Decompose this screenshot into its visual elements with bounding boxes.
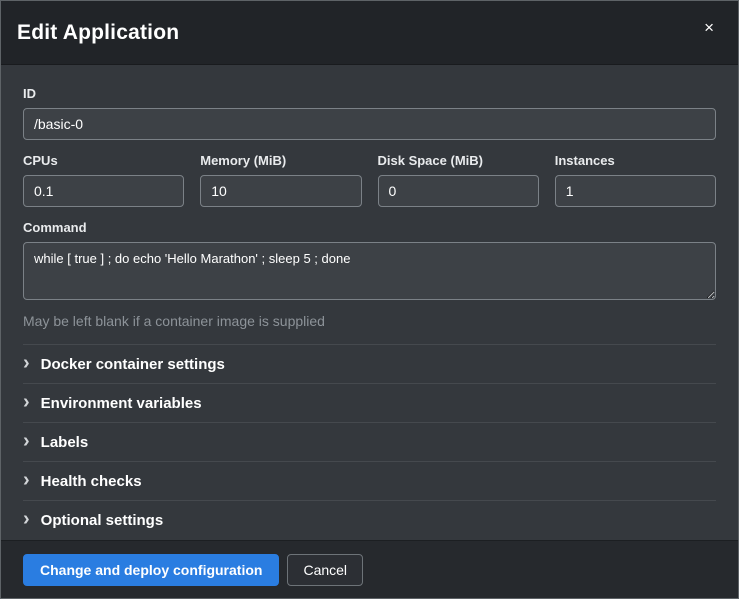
cpus-field-group: CPUs	[23, 140, 184, 207]
edit-application-modal: Edit Application × ID CPUs Memory (MiB) …	[0, 0, 739, 599]
close-icon[interactable]: ×	[700, 15, 718, 40]
modal-header: Edit Application ×	[1, 1, 738, 65]
id-input[interactable]	[23, 108, 716, 140]
memory-label: Memory (MiB)	[200, 153, 361, 168]
chevron-right-icon: ›	[23, 353, 30, 373]
command-field-group: Command while [ true ] ; do echo 'Hello …	[23, 220, 716, 329]
accordion-label-labels: Labels	[41, 434, 89, 451]
accordion-label-docker: Docker container settings	[41, 356, 225, 373]
disk-field-group: Disk Space (MiB)	[378, 140, 539, 207]
cancel-button[interactable]: Cancel	[287, 554, 363, 586]
memory-field-group: Memory (MiB)	[200, 140, 361, 207]
instances-field-group: Instances	[555, 140, 716, 207]
instances-input[interactable]	[555, 175, 716, 207]
accordion-docker-container-settings[interactable]: › Docker container settings	[23, 344, 716, 383]
chevron-right-icon: ›	[23, 392, 30, 412]
resources-row: CPUs Memory (MiB) Disk Space (MiB) Insta…	[23, 140, 716, 207]
disk-space-input[interactable]	[378, 175, 539, 207]
accordion-labels[interactable]: › Labels	[23, 422, 716, 461]
cpus-label: CPUs	[23, 153, 184, 168]
accordion-optional-settings[interactable]: › Optional settings	[23, 500, 716, 539]
command-label: Command	[23, 220, 716, 235]
accordion-label-health: Health checks	[41, 473, 142, 490]
command-textarea[interactable]: while [ true ] ; do echo 'Hello Marathon…	[23, 242, 716, 300]
modal-footer: Change and deploy configuration Cancel	[1, 540, 738, 598]
accordion-environment-variables[interactable]: › Environment variables	[23, 383, 716, 422]
memory-input[interactable]	[200, 175, 361, 207]
accordion: › Docker container settings › Environmen…	[23, 344, 716, 539]
disk-space-label: Disk Space (MiB)	[378, 153, 539, 168]
modal-body: ID CPUs Memory (MiB) Disk Space (MiB) In…	[1, 65, 738, 540]
accordion-label-environment: Environment variables	[41, 395, 202, 412]
instances-label: Instances	[555, 153, 716, 168]
id-field-group: ID	[23, 86, 716, 140]
accordion-health-checks[interactable]: › Health checks	[23, 461, 716, 500]
chevron-right-icon: ›	[23, 470, 30, 490]
modal-title: Edit Application	[17, 21, 179, 45]
change-and-deploy-button[interactable]: Change and deploy configuration	[23, 554, 279, 586]
chevron-right-icon: ›	[23, 431, 30, 451]
accordion-label-optional: Optional settings	[41, 512, 164, 529]
cpus-input[interactable]	[23, 175, 184, 207]
id-label: ID	[23, 86, 716, 101]
chevron-right-icon: ›	[23, 509, 30, 529]
command-help-text: May be left blank if a container image i…	[23, 313, 716, 329]
